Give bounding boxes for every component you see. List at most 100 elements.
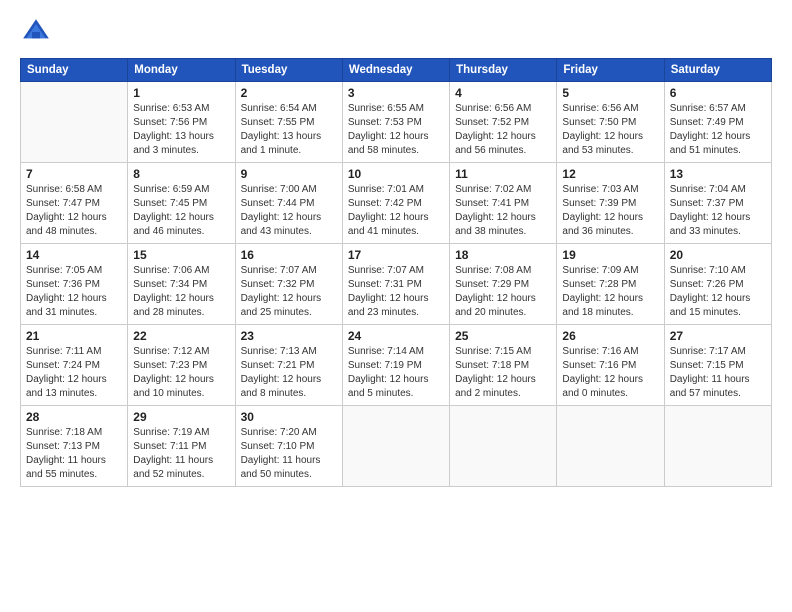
day-cell: 20 Sunrise: 7:10 AMSunset: 7:26 PMDayligh… — [664, 244, 771, 325]
day-info: Sunrise: 6:56 AMSunset: 7:50 PMDaylight:… — [562, 102, 658, 158]
week-row-5: 28 Sunrise: 7:18 AMSunset: 7:13 PMDayligh… — [21, 406, 772, 487]
day-cell: 22 Sunrise: 7:12 AMSunset: 7:23 PMDayligh… — [128, 325, 235, 406]
day-cell: 3Sunrise: 6:55 AMSunset: 7:53 PMDaylight… — [342, 82, 449, 163]
day-number: 11 — [455, 167, 551, 181]
day-number: 6 — [670, 86, 766, 100]
day-cell: 2 Sunrise: 6:54 AMSunset: 7:55 PMDaylight… — [235, 82, 342, 163]
col-header-sunday: Sunday — [21, 59, 128, 82]
day-info: Sunrise: 7:14 AMSunset: 7:19 PMDaylight:… — [348, 345, 444, 401]
day-info: Sunrise: 7:05 AMSunset: 7:36 PMDaylight:… — [26, 264, 122, 320]
day-number: 29 — [133, 410, 229, 424]
day-cell: 7 Sunrise: 6:58 AMSunset: 7:47 PMDaylight… — [21, 163, 128, 244]
calendar-table: SundayMondayTuesdayWednesdayThursdayFrid… — [20, 58, 772, 487]
day-number: 30 — [241, 410, 337, 424]
calendar-page: SundayMondayTuesdayWednesdayThursdayFrid… — [0, 0, 792, 612]
day-info: Sunrise: 6:59 AMSunset: 7:45 PMDaylight:… — [133, 183, 229, 239]
day-info: Sunrise: 7:11 AMSunset: 7:24 PMDaylight:… — [26, 345, 122, 401]
day-info: Sunrise: 6:56 AMSunset: 7:52 PMDaylight:… — [455, 102, 551, 158]
day-info: Sunrise: 7:17 AMSunset: 7:15 PMDaylight:… — [670, 345, 766, 401]
day-info: Sunrise: 7:02 AMSunset: 7:41 PMDaylight:… — [455, 183, 551, 239]
day-number: 12 — [562, 167, 658, 181]
day-cell: 29 Sunrise: 7:19 AMSunset: 7:11 PMDayligh… — [128, 406, 235, 487]
day-cell: 16Sunrise: 7:07 AMSunset: 7:32 PMDayligh… — [235, 244, 342, 325]
day-info: Sunrise: 7:18 AMSunset: 7:13 PMDaylight:… — [26, 426, 122, 482]
day-cell: 15 Sunrise: 7:06 AMSunset: 7:34 PMDayligh… — [128, 244, 235, 325]
day-number: 26 — [562, 329, 658, 343]
day-number: 9 — [241, 167, 337, 181]
day-cell: 23 Sunrise: 7:13 AMSunset: 7:21 PMDayligh… — [235, 325, 342, 406]
col-header-saturday: Saturday — [664, 59, 771, 82]
day-number: 28 — [26, 410, 122, 424]
week-row-3: 14 Sunrise: 7:05 AMSunset: 7:36 PMDayligh… — [21, 244, 772, 325]
day-info: Sunrise: 6:58 AMSunset: 7:47 PMDaylight:… — [26, 183, 122, 239]
col-header-wednesday: Wednesday — [342, 59, 449, 82]
day-number: 22 — [133, 329, 229, 343]
day-cell: 6 Sunrise: 6:57 AMSunset: 7:49 PMDaylight… — [664, 82, 771, 163]
day-cell — [21, 82, 128, 163]
calendar-header-row: SundayMondayTuesdayWednesdayThursdayFrid… — [21, 59, 772, 82]
day-number: 20 — [670, 248, 766, 262]
day-cell: 28 Sunrise: 7:18 AMSunset: 7:13 PMDayligh… — [21, 406, 128, 487]
day-cell: 12 Sunrise: 7:03 AMSunset: 7:39 PMDayligh… — [557, 163, 664, 244]
day-cell: 26 Sunrise: 7:16 AMSunset: 7:16 PMDayligh… — [557, 325, 664, 406]
day-cell: 21 Sunrise: 7:11 AMSunset: 7:24 PMDayligh… — [21, 325, 128, 406]
day-number: 2 — [241, 86, 337, 100]
day-info: Sunrise: 7:12 AMSunset: 7:23 PMDaylight:… — [133, 345, 229, 401]
day-number: 18 — [455, 248, 551, 262]
week-row-2: 7 Sunrise: 6:58 AMSunset: 7:47 PMDaylight… — [21, 163, 772, 244]
day-number: 19 — [562, 248, 658, 262]
day-cell: 11 Sunrise: 7:02 AMSunset: 7:41 PMDayligh… — [450, 163, 557, 244]
day-number: 15 — [133, 248, 229, 262]
day-info: Sunrise: 7:20 AMSunset: 7:10 PMDaylight:… — [241, 426, 337, 482]
day-cell: 14 Sunrise: 7:05 AMSunset: 7:36 PMDayligh… — [21, 244, 128, 325]
day-number: 16 — [241, 248, 337, 262]
day-cell: 18Sunrise: 7:08 AMSunset: 7:29 PMDayligh… — [450, 244, 557, 325]
day-number: 24 — [348, 329, 444, 343]
day-number: 17 — [348, 248, 444, 262]
day-number: 8 — [133, 167, 229, 181]
day-number: 7 — [26, 167, 122, 181]
day-number: 5 — [562, 86, 658, 100]
day-cell: 10Sunrise: 7:01 AMSunset: 7:42 PMDayligh… — [342, 163, 449, 244]
day-cell: 25Sunrise: 7:15 AMSunset: 7:18 PMDayligh… — [450, 325, 557, 406]
day-info: Sunrise: 7:04 AMSunset: 7:37 PMDaylight:… — [670, 183, 766, 239]
day-cell: 8 Sunrise: 6:59 AMSunset: 7:45 PMDaylight… — [128, 163, 235, 244]
day-number: 21 — [26, 329, 122, 343]
col-header-tuesday: Tuesday — [235, 59, 342, 82]
day-number: 14 — [26, 248, 122, 262]
day-cell: 30 Sunrise: 7:20 AMSunset: 7:10 PMDayligh… — [235, 406, 342, 487]
day-number: 10 — [348, 167, 444, 181]
day-info: Sunrise: 7:03 AMSunset: 7:39 PMDaylight:… — [562, 183, 658, 239]
day-cell: 17 Sunrise: 7:07 AMSunset: 7:31 PMDayligh… — [342, 244, 449, 325]
day-cell: 4 Sunrise: 6:56 AMSunset: 7:52 PMDaylight… — [450, 82, 557, 163]
day-info: Sunrise: 6:57 AMSunset: 7:49 PMDaylight:… — [670, 102, 766, 158]
day-info: Sunrise: 7:06 AMSunset: 7:34 PMDaylight:… — [133, 264, 229, 320]
day-cell: 9Sunrise: 7:00 AMSunset: 7:44 PMDaylight… — [235, 163, 342, 244]
day-number: 25 — [455, 329, 551, 343]
day-info: Sunrise: 7:09 AMSunset: 7:28 PMDaylight:… — [562, 264, 658, 320]
day-cell: 13 Sunrise: 7:04 AMSunset: 7:37 PMDayligh… — [664, 163, 771, 244]
day-info: Sunrise: 7:10 AMSunset: 7:26 PMDaylight:… — [670, 264, 766, 320]
logo — [20, 16, 58, 48]
col-header-monday: Monday — [128, 59, 235, 82]
day-cell: 1 Sunrise: 6:53 AMSunset: 7:56 PMDaylight… — [128, 82, 235, 163]
day-cell: 19 Sunrise: 7:09 AMSunset: 7:28 PMDayligh… — [557, 244, 664, 325]
day-number: 23 — [241, 329, 337, 343]
day-info: Sunrise: 6:53 AMSunset: 7:56 PMDaylight:… — [133, 102, 229, 158]
day-number: 1 — [133, 86, 229, 100]
day-cell — [450, 406, 557, 487]
day-number: 3 — [348, 86, 444, 100]
day-info: Sunrise: 7:16 AMSunset: 7:16 PMDaylight:… — [562, 345, 658, 401]
day-info: Sunrise: 6:54 AMSunset: 7:55 PMDaylight:… — [241, 102, 337, 158]
logo-icon — [20, 16, 52, 48]
day-cell — [342, 406, 449, 487]
day-cell — [557, 406, 664, 487]
week-row-1: 1 Sunrise: 6:53 AMSunset: 7:56 PMDaylight… — [21, 82, 772, 163]
day-number: 4 — [455, 86, 551, 100]
day-info: Sunrise: 7:07 AMSunset: 7:31 PMDaylight:… — [348, 264, 444, 320]
day-number: 13 — [670, 167, 766, 181]
day-info: Sunrise: 7:19 AMSunset: 7:11 PMDaylight:… — [133, 426, 229, 482]
day-number: 27 — [670, 329, 766, 343]
day-cell — [664, 406, 771, 487]
day-info: Sunrise: 7:13 AMSunset: 7:21 PMDaylight:… — [241, 345, 337, 401]
